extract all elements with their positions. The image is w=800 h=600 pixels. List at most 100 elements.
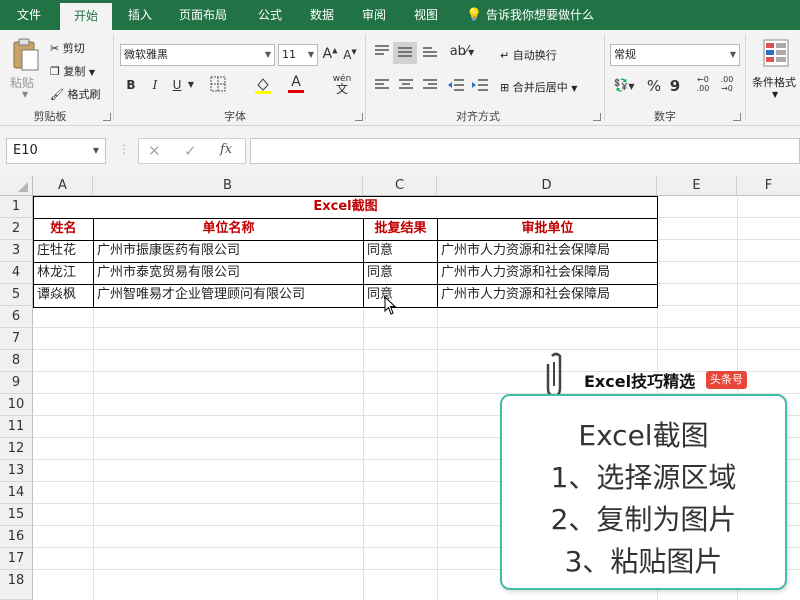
cell-title[interactable]: Excel截图 xyxy=(34,196,657,218)
row-header[interactable]: 18 xyxy=(0,570,33,600)
row-header[interactable]: 10 xyxy=(0,394,33,416)
tab-page-layout[interactable]: 页面布局 xyxy=(170,0,236,30)
cell[interactable]: 广州智唯易才企业管理顾问有限公司 xyxy=(94,284,363,306)
column-header-d[interactable]: D xyxy=(437,176,657,196)
increase-decimal-icon[interactable]: ←0.00 xyxy=(694,75,712,93)
conditional-formatting-button[interactable]: 条件格式 xyxy=(752,74,796,90)
formula-bar: E10 ▼ ⋮ ✕ ✓ fx xyxy=(0,126,800,176)
fill-color-icon[interactable] xyxy=(252,76,274,97)
merge-center-button[interactable]: ⊞ 合并后居中 ▼ xyxy=(500,79,577,95)
paste-icon[interactable] xyxy=(10,38,40,72)
chevron-down-icon[interactable]: ▼ xyxy=(186,80,196,89)
increase-font-icon[interactable]: A▲ xyxy=(322,46,338,62)
row-header[interactable]: 15 xyxy=(0,504,33,526)
font-launcher-icon[interactable] xyxy=(355,113,363,121)
cell[interactable]: 庄牡花 xyxy=(34,240,93,262)
row-header[interactable]: 3 xyxy=(0,240,33,262)
confirm-icon[interactable]: ✓ xyxy=(184,142,197,160)
cell[interactable]: 同意 xyxy=(364,262,437,284)
tab-formulas[interactable]: 公式 xyxy=(248,0,292,30)
bold-button[interactable]: B xyxy=(124,78,138,92)
middle-align-icon[interactable] xyxy=(393,42,417,64)
column-header-b[interactable]: B xyxy=(93,176,363,196)
row-header[interactable]: 12 xyxy=(0,438,33,460)
row-header[interactable]: 9 xyxy=(0,372,33,394)
wrap-text-button[interactable]: ↵ 自动换行 xyxy=(500,47,557,63)
tab-data[interactable]: 数据 xyxy=(300,0,344,30)
column-header-c[interactable]: C xyxy=(363,176,437,196)
italic-button[interactable]: I xyxy=(148,78,162,92)
cell[interactable]: 广州市人力资源和社会保障局 xyxy=(438,240,657,262)
row-header[interactable]: 2 xyxy=(0,218,33,240)
formula-input[interactable] xyxy=(250,138,800,164)
alignment-launcher-icon[interactable] xyxy=(593,113,601,121)
cell[interactable]: 同意 xyxy=(364,240,437,262)
row-header[interactable]: 5 xyxy=(0,284,33,306)
phonetic-guide-icon[interactable]: wén 文 xyxy=(330,74,354,96)
font-name-select[interactable]: 微软雅黑 ▼ xyxy=(120,44,275,66)
underline-button[interactable]: U xyxy=(170,78,184,92)
clipboard-launcher-icon[interactable] xyxy=(103,113,111,121)
paste-dropdown-icon[interactable]: ▼ xyxy=(22,90,28,99)
cell[interactable]: 广州市泰宽贸易有限公司 xyxy=(94,262,363,284)
cancel-icon[interactable]: ✕ xyxy=(148,142,161,160)
tab-file[interactable]: 文件 xyxy=(4,0,54,30)
decrease-indent-icon[interactable] xyxy=(446,78,466,95)
number-launcher-icon[interactable] xyxy=(733,113,741,121)
borders-icon[interactable] xyxy=(208,76,228,95)
align-center-icon[interactable] xyxy=(396,78,416,95)
tell-me-search[interactable]: 💡 告诉我你想要做什么 xyxy=(466,0,606,30)
cell[interactable]: 广州市人力资源和社会保障局 xyxy=(438,284,657,306)
row-header[interactable]: 7 xyxy=(0,328,33,350)
row-header[interactable]: 16 xyxy=(0,526,33,548)
column-header-e[interactable]: E xyxy=(657,176,737,196)
tab-review[interactable]: 审阅 xyxy=(352,0,396,30)
cell[interactable]: 谭焱枫 xyxy=(34,284,93,306)
tab-view[interactable]: 视图 xyxy=(404,0,448,30)
align-right-icon[interactable] xyxy=(420,78,440,95)
bottom-align-icon[interactable] xyxy=(420,44,440,61)
comma-style-button[interactable]: 9 xyxy=(668,77,682,95)
number-format-select[interactable]: 常规 ▼ xyxy=(610,44,740,66)
column-header-f[interactable]: F xyxy=(737,176,800,196)
accounting-format-icon[interactable]: 💱▼ xyxy=(612,78,636,92)
select-all-corner[interactable] xyxy=(0,176,33,196)
row-header[interactable]: 14 xyxy=(0,482,33,504)
top-align-icon[interactable] xyxy=(372,44,392,61)
paste-button[interactable]: 粘贴 xyxy=(10,74,34,91)
cell-header[interactable]: 批复结果 xyxy=(364,218,437,240)
align-left-icon[interactable] xyxy=(372,78,392,95)
name-box[interactable]: E10 ▼ xyxy=(6,138,106,164)
cut-button[interactable]: ✂ 剪切 xyxy=(50,40,85,56)
row-header[interactable]: 6 xyxy=(0,306,33,328)
font-size-select[interactable]: 11 ▼ xyxy=(278,44,318,66)
cell[interactable]: 林龙江 xyxy=(34,262,93,284)
conditional-formatting-icon[interactable] xyxy=(762,38,790,68)
column-header-a[interactable]: A xyxy=(33,176,93,196)
row-header[interactable]: 13 xyxy=(0,460,33,482)
cell-header[interactable]: 单位名称 xyxy=(94,218,363,240)
cell-header[interactable]: 姓名 xyxy=(34,218,93,240)
increase-indent-icon[interactable] xyxy=(470,78,490,95)
orientation-icon[interactable]: ab⁄▼ xyxy=(448,44,476,59)
decrease-decimal-icon[interactable]: .00 →0 xyxy=(718,75,736,93)
decrease-font-icon[interactable]: A▼ xyxy=(342,48,358,62)
row-header[interactable]: 4 xyxy=(0,262,33,284)
cell[interactable]: 广州市振康医药有限公司 xyxy=(94,240,363,262)
brand-name: Excel技巧精选 xyxy=(584,372,696,391)
font-color-icon[interactable]: A xyxy=(286,74,306,93)
row-header[interactable]: 17 xyxy=(0,548,33,570)
percent-style-button[interactable]: % xyxy=(646,77,662,95)
copy-button[interactable]: ❐ 复制 ▼ xyxy=(50,63,95,79)
cell[interactable]: 同意 xyxy=(364,284,437,306)
chevron-down-icon[interactable]: ▼ xyxy=(772,90,778,99)
row-header[interactable]: 8 xyxy=(0,350,33,372)
tab-home[interactable]: 开始 xyxy=(60,3,112,30)
row-header[interactable]: 1 xyxy=(0,196,33,218)
insert-function-icon[interactable]: fx xyxy=(220,142,232,157)
format-painter-button[interactable]: 🖌 格式刷 xyxy=(50,86,100,102)
row-header[interactable]: 11 xyxy=(0,416,33,438)
cell-header[interactable]: 审批单位 xyxy=(438,218,657,240)
tab-insert[interactable]: 插入 xyxy=(118,0,162,30)
cell[interactable]: 广州市人力资源和社会保障局 xyxy=(438,262,657,284)
